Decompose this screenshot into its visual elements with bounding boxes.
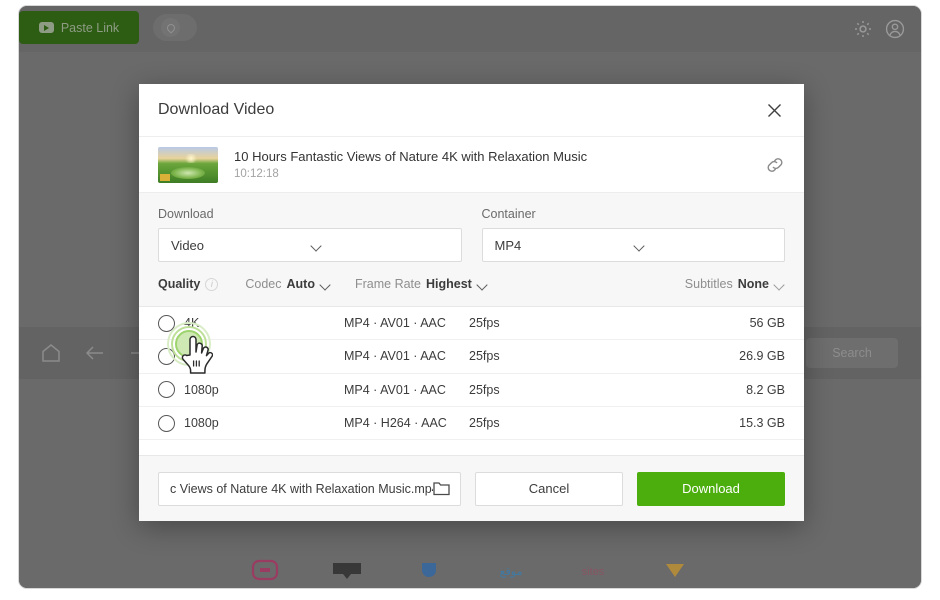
chevron-down-icon	[320, 281, 331, 288]
quality-control[interactable]: Quality i	[158, 277, 219, 291]
download-type-select[interactable]: Video	[158, 228, 462, 262]
svg-text:موقع: موقع	[500, 566, 523, 578]
modal-header: Download Video	[139, 84, 804, 137]
subtitles-control[interactable]: Subtitles None	[685, 277, 785, 291]
quality-size: 15.3 GB	[739, 416, 785, 431]
modal-overlay: Download Video 10 Hours Fantastic Views …	[19, 6, 921, 588]
logo-5[interactable]: sites	[576, 559, 610, 581]
home-icon[interactable]	[39, 341, 63, 365]
quality-size: 26.9 GB	[739, 349, 785, 364]
info-icon[interactable]: i	[205, 277, 219, 291]
quality-row[interactable]: 1080p MP4 · AV01 · AAC 25fps 8.2 GB	[139, 374, 804, 407]
download-type-group: Download Video	[158, 207, 462, 262]
logo-4[interactable]: موقع	[494, 559, 528, 581]
youtube-icon	[38, 22, 54, 33]
chevron-down-icon	[311, 242, 451, 249]
quality-codec: MP4 · AV01 · AAC	[344, 316, 446, 331]
video-duration: 10:12:18	[234, 168, 279, 180]
search-input[interactable]: Search	[806, 338, 898, 368]
quality-name: 4K	[184, 316, 200, 331]
quality-row[interactable]: 2K MP4 · AV01 · AAC 25fps 26.9 GB	[139, 340, 804, 374]
gear-icon[interactable]	[852, 18, 874, 40]
quality-codec: MP4 · AV01 · AAC	[344, 382, 446, 397]
quality-codec: MP4 · H264 · AAC	[344, 416, 447, 431]
logo-2[interactable]	[330, 559, 364, 581]
download-button[interactable]: Download	[637, 471, 785, 506]
account-icon[interactable]	[884, 18, 906, 40]
quality-radio[interactable]	[158, 314, 175, 332]
frame-rate-control[interactable]: Frame Rate Highest	[355, 277, 488, 291]
filename-value: c Views of Nature 4K with Relaxation Mus…	[170, 481, 433, 496]
chevron-down-icon	[774, 281, 785, 288]
logo-3[interactable]	[412, 559, 446, 581]
quality-fps: 25fps	[469, 416, 500, 431]
quality-name: 1080p	[184, 382, 219, 397]
quality-size: 56 GB	[749, 316, 785, 331]
app-window: Paste Link Search موقع sites Download Vi…	[18, 5, 922, 589]
back-arrow-icon[interactable]	[83, 341, 107, 365]
codec-label: Codec	[245, 277, 282, 291]
modal-footer: c Views of Nature 4K with Relaxation Mus…	[139, 455, 804, 521]
chevron-down-icon	[477, 281, 488, 288]
options-panel: Download Video Container MP4 Quality i C…	[139, 193, 804, 307]
container-select[interactable]: MP4	[481, 228, 785, 262]
chevron-down-icon	[634, 242, 774, 249]
download-label: Download	[682, 481, 740, 496]
cancel-button[interactable]: Cancel	[475, 471, 623, 506]
quality-fps: 25fps	[469, 316, 500, 331]
quality-row[interactable]: 4K MP4 · AV01 · AAC 25fps 56 GB	[139, 307, 804, 341]
logo-1[interactable]	[248, 559, 282, 581]
quality-radio[interactable]	[158, 414, 175, 432]
logo-6[interactable]	[658, 559, 692, 581]
thumbnail-sun	[184, 153, 198, 163]
subtitles-value: None	[737, 277, 769, 291]
meta-controls-row: Quality i Codec Auto Frame Rate Highest	[158, 262, 785, 306]
quality-codec: MP4 · AV01 · AAC	[344, 349, 446, 364]
quality-row[interactable]: 1080p MP4 · H264 · AAC 25fps 15.3 GB	[139, 407, 804, 441]
search-placeholder: Search	[832, 346, 872, 360]
paste-link-button[interactable]: Paste Link	[19, 11, 139, 44]
pin-icon	[161, 18, 180, 37]
video-title: 10 Hours Fantastic Views of Nature 4K wi…	[234, 149, 588, 164]
container-group: Container MP4	[481, 207, 785, 262]
selects-row: Download Video Container MP4	[158, 207, 785, 262]
video-thumbnail	[158, 146, 218, 183]
quality-radio[interactable]	[158, 381, 175, 399]
download-type-label: Download	[158, 207, 214, 221]
frame-rate-value: Highest	[425, 277, 472, 291]
svg-text:sites: sites	[582, 566, 605, 578]
close-icon[interactable]	[762, 98, 786, 122]
quality-name: 2K	[184, 349, 200, 364]
quality-name: 1080p	[184, 416, 219, 431]
codec-control[interactable]: Codec Auto	[245, 277, 331, 291]
frame-rate-label: Frame Rate	[354, 277, 421, 291]
container-value: MP4	[494, 237, 522, 253]
quality-radio[interactable]	[158, 347, 175, 365]
thumbnail-badge	[160, 173, 170, 181]
link-icon[interactable]	[764, 154, 786, 176]
quality-size: 8.2 GB	[746, 382, 785, 397]
download-type-value: Video	[171, 237, 205, 253]
codec-value: Auto	[286, 277, 315, 291]
quality-list[interactable]: 4K MP4 · AV01 · AAC 25fps 56 GB 2K MP4 · AV01…	[139, 307, 804, 455]
cancel-label: Cancel	[528, 481, 570, 496]
quality-fps: 25fps	[469, 382, 500, 397]
top-toolbar: Paste Link	[19, 6, 921, 52]
thumbnail-pond	[171, 166, 205, 179]
video-meta: 10 Hours Fantastic Views of Nature 4K wi…	[234, 149, 764, 180]
site-logo-strip: موقع sites	[19, 552, 921, 588]
container-label: Container	[481, 207, 536, 221]
paste-link-label: Paste Link	[60, 20, 120, 35]
subtitles-label: Subtitles	[684, 277, 733, 291]
quality-fps: 25fps	[469, 349, 500, 364]
video-info: 10 Hours Fantastic Views of Nature 4K wi…	[139, 137, 804, 193]
download-video-modal: Download Video 10 Hours Fantastic Views …	[139, 84, 804, 521]
quality-label: Quality	[158, 277, 201, 291]
pin-toggle[interactable]	[153, 14, 197, 41]
modal-title: Download Video	[158, 101, 275, 118]
filename-input[interactable]: c Views of Nature 4K with Relaxation Mus…	[158, 471, 461, 506]
folder-icon[interactable]	[433, 481, 450, 496]
